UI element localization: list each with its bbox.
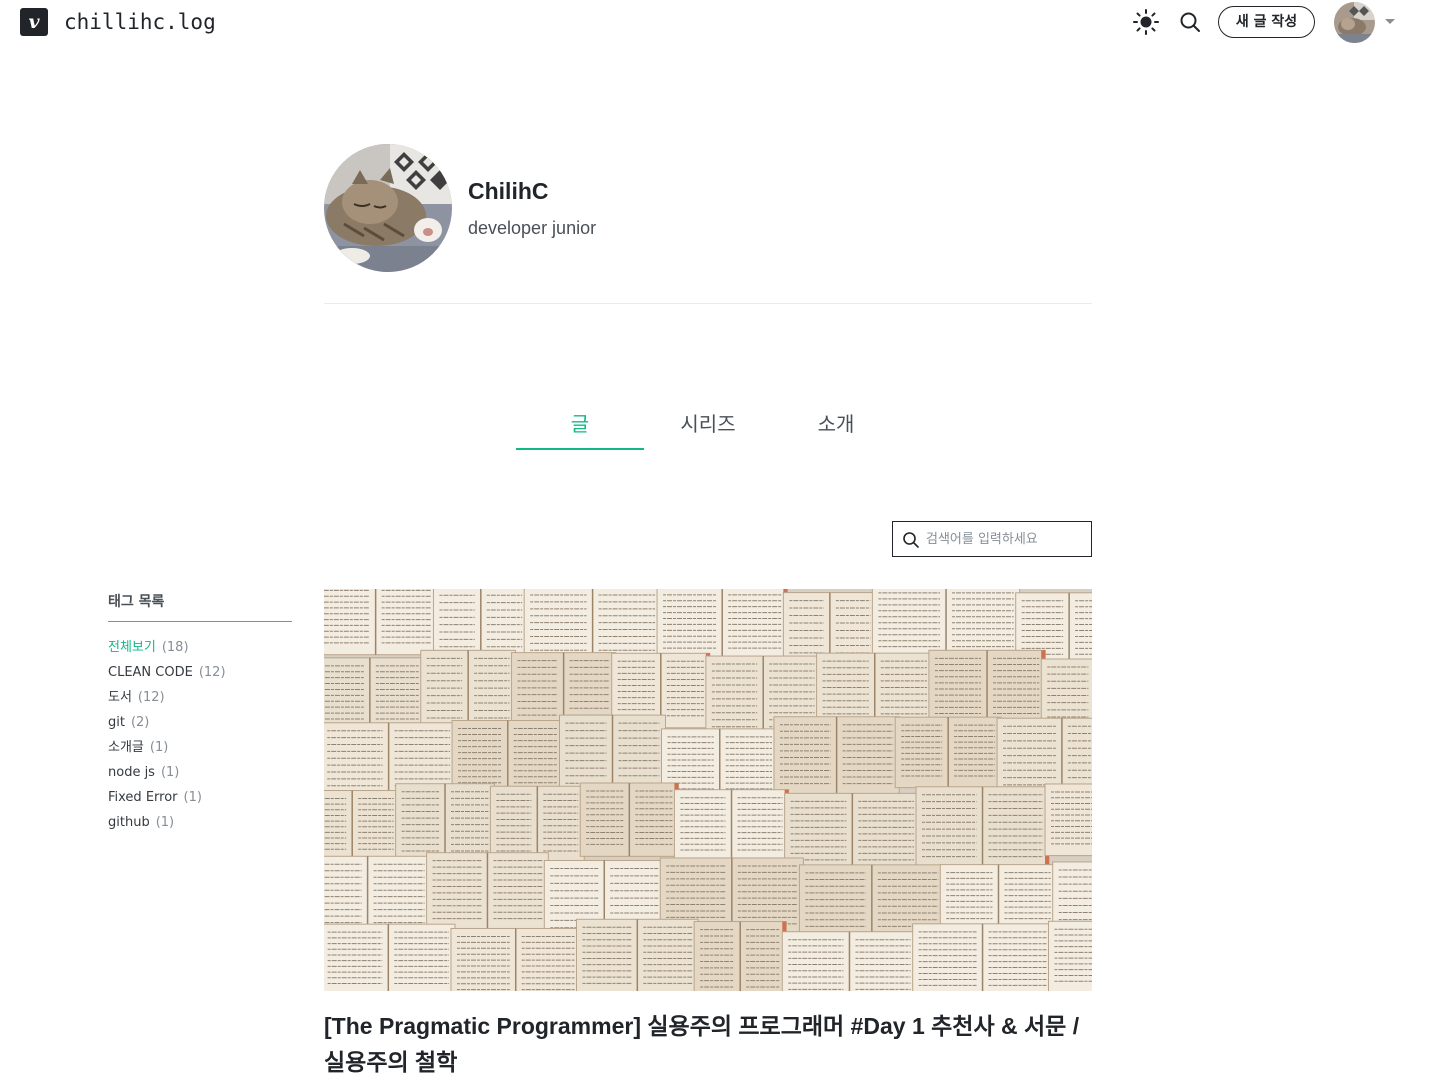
post-title-link[interactable]: [The Pragmatic Programmer] 실용주의 프로그래머 #D… (324, 1008, 1092, 1080)
search-icon (903, 532, 919, 548)
chevron-down-icon[interactable] (1384, 18, 1396, 26)
tag-item-clean-code[interactable]: CLEAN CODE (12) (108, 663, 226, 688)
tag-item-git[interactable]: git (2) (108, 713, 226, 738)
top-header: v chillihc.log 새 글 작성 (0, 0, 1432, 44)
post-thumbnail[interactable] (324, 589, 1092, 991)
search-input[interactable] (926, 522, 1086, 556)
tag-item-node-js[interactable]: node js (1) (108, 763, 226, 788)
profile-divider (324, 303, 1092, 304)
tab-series[interactable]: 시리즈 (644, 408, 772, 451)
tag-item-github[interactable]: github (1) (108, 813, 226, 838)
tag-item-all[interactable]: 전체보기 (18) (108, 638, 226, 663)
active-tab-indicator (516, 448, 644, 450)
post-search-box[interactable] (892, 521, 1092, 557)
tab-posts[interactable]: 글 (516, 408, 644, 451)
tag-divider (108, 621, 292, 622)
tag-item-books[interactable]: 도서 (12) (108, 688, 226, 713)
profile-description: developer junior (468, 218, 597, 238)
tag-item-fixed-error[interactable]: Fixed Error (1) (108, 788, 226, 813)
profile-name: ChilihC (468, 178, 549, 204)
sun-icon[interactable] (1132, 8, 1160, 36)
user-avatar[interactable] (1334, 2, 1375, 43)
search-icon[interactable] (1177, 9, 1203, 35)
profile-avatar (324, 144, 452, 272)
new-post-button[interactable]: 새 글 작성 (1218, 6, 1315, 38)
tag-list-title: 태그 목록 (108, 594, 165, 610)
tab-about[interactable]: 소개 (772, 408, 900, 451)
blog-name-link[interactable]: chillihc.log (64, 8, 216, 36)
tag-list: 전체보기 (18) CLEAN CODE (12) 도서 (12) git (2) 소개… (108, 638, 226, 838)
velog-logo-icon[interactable]: v (20, 8, 48, 36)
tag-item-intro[interactable]: 소개글 (1) (108, 738, 226, 763)
